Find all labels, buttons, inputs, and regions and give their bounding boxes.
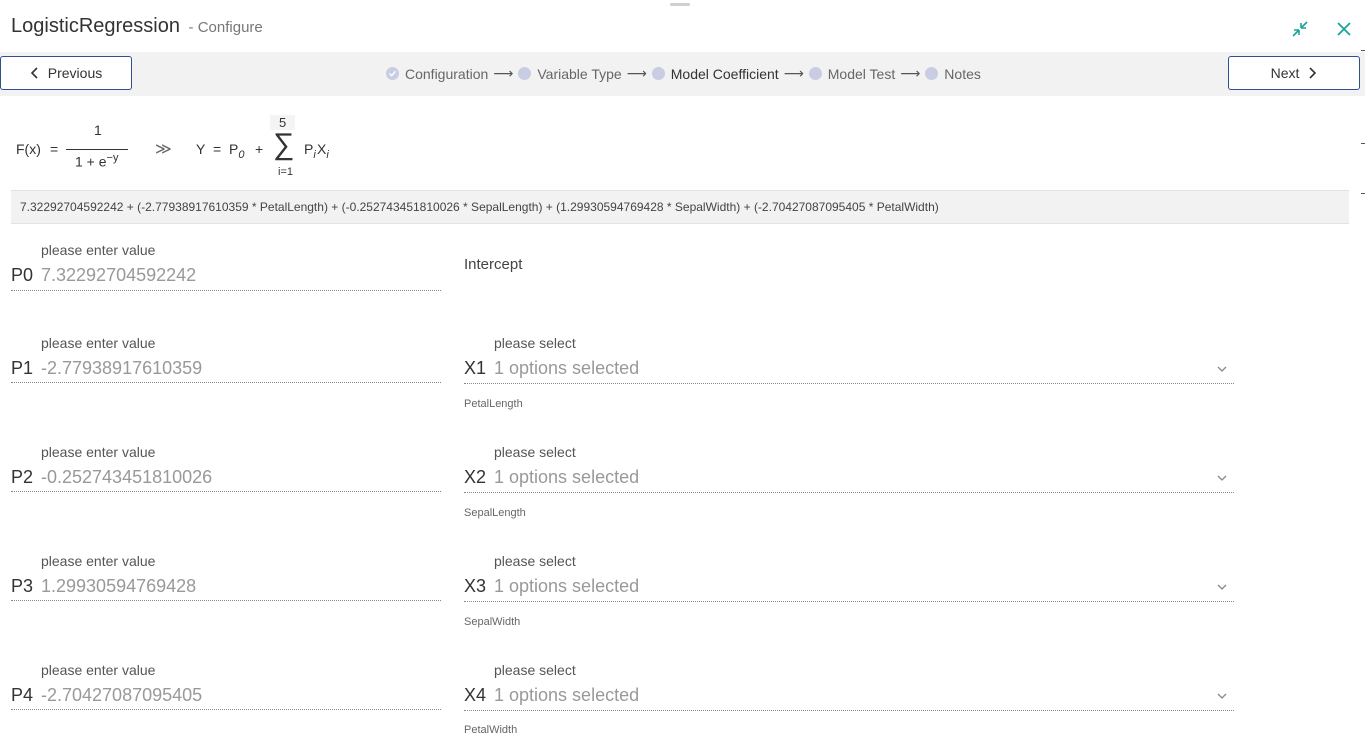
step-label: Model Coefficient — [670, 65, 779, 82]
step-notes[interactable]: Notes — [925, 66, 981, 82]
formula-exponent: −y — [106, 152, 119, 164]
chevron-left-icon — [30, 67, 38, 79]
input-underline — [11, 382, 441, 383]
selected-variable-name: SepalLength — [464, 507, 526, 519]
step-label: Model Test — [827, 65, 896, 82]
collapse-arrows-icon[interactable] — [1289, 18, 1311, 40]
coef-input[interactable]: -2.70427087095405 — [41, 685, 202, 706]
step-label: Configuration — [405, 65, 489, 82]
step-dot-icon — [925, 67, 939, 80]
edge-divider — [1361, 193, 1365, 194]
input-underline — [11, 290, 441, 291]
formula-numerator: 1 — [94, 122, 102, 138]
coef-input[interactable]: 7.32292704592242 — [41, 265, 196, 286]
coef-input[interactable]: 1.29930594769428 — [41, 576, 196, 597]
step-label: Variable Type — [537, 65, 622, 82]
close-icon[interactable] — [1333, 18, 1355, 40]
step-configuration[interactable]: Configuration — [386, 66, 488, 82]
variable-label: X1 — [464, 358, 487, 378]
model-expression: 7.32292704592242 + (-2.77938917610359 * … — [11, 190, 1349, 224]
arrow-right-icon: ⟶ — [900, 65, 921, 81]
chevron-down-icon[interactable] — [1215, 689, 1229, 703]
arrow-right-icon: ⟶ — [493, 65, 514, 81]
app-title: LogisticRegression — [11, 15, 180, 37]
step-dot-icon — [808, 67, 822, 80]
edge-divider — [1361, 143, 1365, 144]
wizard-steps: Configuration ⟶ Variable Type ⟶ Model Co… — [386, 65, 981, 82]
intercept-label: Intercept — [464, 256, 523, 273]
select-underline — [464, 601, 1234, 602]
page-title: LogisticRegression - Configure — [11, 15, 263, 38]
value-hint: please enter value — [41, 444, 156, 460]
variable-select[interactable]: 1 options selected — [494, 467, 639, 488]
coef-label: P2 — [11, 467, 34, 487]
chevron-down-icon[interactable] — [1215, 471, 1229, 485]
formula-fx: F(x) — [16, 141, 41, 157]
step-model-test[interactable]: Model Test — [808, 65, 896, 82]
formula-y: Y — [196, 141, 206, 157]
coef-input[interactable]: -2.77938917610359 — [41, 358, 202, 379]
formula-equals: = — [213, 141, 222, 157]
formula-denominator: 1 + e−y — [75, 152, 119, 170]
select-hint: please select — [494, 662, 576, 678]
formula-plus: + — [255, 141, 264, 157]
formula-pixi: Pi Xi — [304, 141, 329, 161]
selected-variable-name: PetalWidth — [464, 724, 518, 736]
step-variable-type[interactable]: Variable Type — [518, 65, 622, 82]
input-underline — [11, 709, 441, 710]
title-bar: LogisticRegression - Configure — [0, 0, 1365, 52]
previous-label: Previous — [47, 65, 103, 81]
coef-label: P1 — [11, 358, 34, 378]
value-hint: please enter value — [41, 335, 156, 351]
edge-divider — [1361, 50, 1365, 51]
double-chevron-icon: ≫ — [155, 141, 172, 158]
previous-button[interactable]: Previous — [0, 56, 132, 90]
chevron-down-icon[interactable] — [1215, 362, 1229, 376]
arrow-right-icon: ⟶ — [783, 65, 804, 81]
variable-select[interactable]: 1 options selected — [494, 576, 639, 597]
selected-variable-name: PetalLength — [464, 398, 523, 410]
selected-variable-name: SepalWidth — [464, 616, 521, 628]
coef-label: P3 — [11, 576, 34, 596]
select-underline — [464, 492, 1234, 493]
page-subtitle: - Configure — [188, 19, 263, 36]
value-hint: please enter value — [41, 662, 156, 678]
select-hint: please select — [494, 444, 576, 460]
coef-label: P4 — [11, 685, 34, 705]
value-hint: please enter value — [41, 242, 156, 258]
sum-lower-limit: i=1 — [278, 166, 293, 178]
variable-select[interactable]: 1 options selected — [494, 358, 639, 379]
step-model-coefficient[interactable]: Model Coefficient — [651, 65, 779, 82]
input-underline — [11, 600, 441, 601]
step-dot-icon — [651, 67, 665, 80]
variable-label: X4 — [464, 685, 487, 705]
arrow-right-icon: ⟶ — [626, 65, 647, 81]
chevron-down-icon[interactable] — [1215, 580, 1229, 594]
value-hint: please enter value — [41, 553, 156, 569]
select-underline — [464, 383, 1234, 384]
select-hint: please select — [494, 335, 576, 351]
wizard-step-bar: Previous Configuration ⟶ Variable Type ⟶… — [0, 52, 1365, 96]
chevron-right-icon — [1309, 67, 1317, 79]
fraction-line — [66, 149, 128, 150]
coef-label: P0 — [11, 265, 34, 285]
variable-label: X2 — [464, 467, 487, 487]
select-hint: please select — [494, 553, 576, 569]
next-label: Next — [1270, 65, 1300, 81]
step-label: Notes — [944, 65, 981, 82]
formula-equals: = — [50, 141, 59, 157]
check-circle-icon — [386, 67, 399, 80]
formula-p0: P0 — [229, 141, 245, 161]
sigma-icon: ∑ — [273, 128, 295, 161]
variable-select[interactable]: 1 options selected — [494, 685, 639, 706]
input-underline — [11, 491, 441, 492]
next-button[interactable]: Next — [1228, 56, 1360, 90]
select-underline — [464, 710, 1234, 711]
variable-label: X3 — [464, 576, 487, 596]
coef-input[interactable]: -0.252743451810026 — [41, 467, 212, 488]
step-dot-icon — [518, 67, 532, 80]
